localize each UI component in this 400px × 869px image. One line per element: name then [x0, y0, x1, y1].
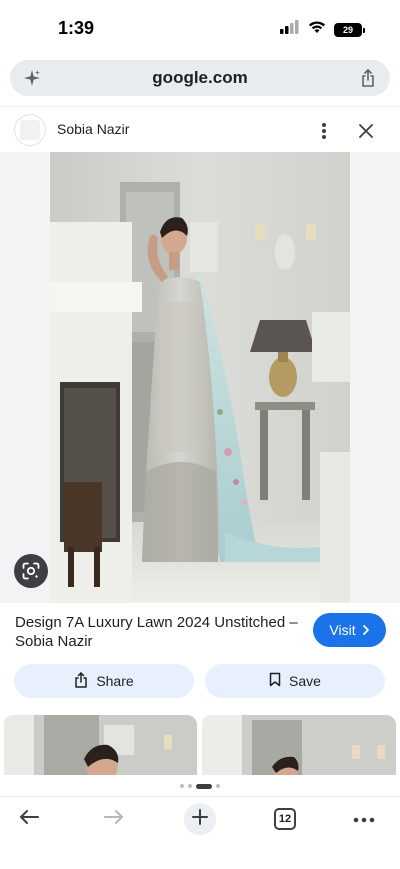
result-title[interactable]: Design 7A Luxury Lawn 2024 Unstitched – … [15, 613, 300, 651]
source-header: Sobia Nazir [0, 106, 400, 152]
address-bar[interactable]: google.com [10, 60, 390, 96]
bottom-toolbar: 12 [0, 796, 400, 840]
image-viewer [0, 152, 400, 603]
wifi-icon [308, 20, 326, 39]
arrow-right-icon [103, 809, 125, 830]
carousel-dots [0, 782, 400, 790]
product-image[interactable] [50, 152, 350, 603]
visit-label: Visit [329, 622, 356, 638]
url-text[interactable]: google.com [152, 68, 247, 88]
status-bar: 1:39 29 [0, 0, 400, 56]
forward-button[interactable] [99, 805, 129, 833]
more-options-icon[interactable] [312, 119, 336, 143]
chevron-right-icon [362, 622, 370, 638]
arrow-left-icon [18, 809, 40, 830]
site-favicon [14, 114, 46, 146]
sparkle-icon[interactable] [22, 68, 42, 88]
related-image[interactable] [4, 715, 197, 775]
share-label: Share [96, 673, 134, 689]
carousel-dot-active [196, 783, 212, 789]
carousel-dot [180, 784, 184, 788]
related-image[interactable] [202, 715, 396, 775]
cellular-signal-icon [280, 20, 300, 39]
status-icons: 29 [280, 20, 365, 39]
status-time: 1:39 [58, 18, 95, 38]
carousel-dot [216, 784, 220, 788]
save-label: Save [289, 673, 321, 689]
close-icon[interactable] [354, 119, 378, 143]
new-tab-button[interactable] [184, 803, 216, 835]
tab-count: 12 [274, 808, 296, 830]
save-button[interactable]: Save [205, 664, 385, 698]
visit-button[interactable]: Visit [313, 613, 386, 647]
google-lens-button[interactable] [14, 554, 48, 588]
more-horizontal-icon [353, 810, 375, 828]
share-icon [74, 671, 88, 691]
menu-button[interactable] [349, 805, 379, 833]
plus-icon [192, 808, 208, 830]
carousel-dot [188, 784, 192, 788]
related-images [0, 715, 400, 775]
tab-switcher-button[interactable]: 12 [270, 805, 300, 833]
back-button[interactable] [14, 805, 44, 833]
bookmark-icon [269, 672, 281, 690]
battery-icon: 29 [334, 22, 365, 37]
share-button[interactable]: Share [14, 664, 194, 698]
source-name[interactable]: Sobia Nazir [57, 121, 129, 137]
share-icon[interactable] [358, 68, 378, 88]
